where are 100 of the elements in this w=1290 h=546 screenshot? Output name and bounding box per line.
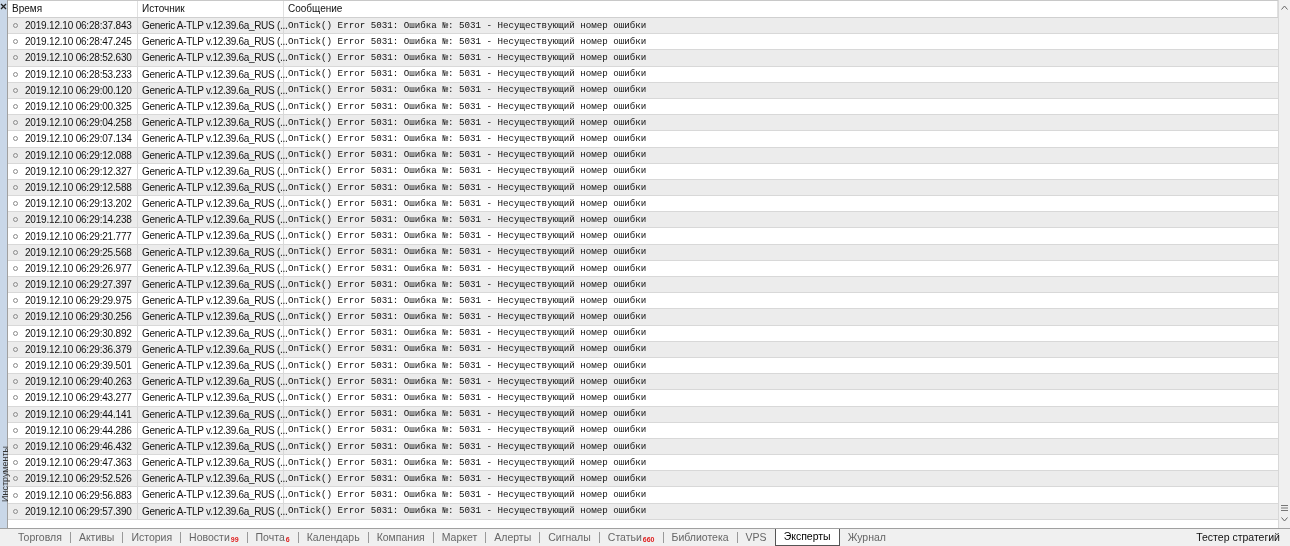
log-entry-icon bbox=[13, 508, 18, 514]
scroll-down-icon[interactable] bbox=[1281, 517, 1288, 522]
tab[interactable]: Торговля bbox=[10, 529, 70, 546]
message-cell: OnTick() Error 5031: Ошибка №: 5031 - Несуществующий номер ошибки bbox=[288, 148, 647, 162]
column-header[interactable]: Время bbox=[8, 1, 138, 17]
log-entry-icon bbox=[13, 427, 18, 433]
tab[interactable]: Алерты bbox=[486, 529, 540, 546]
message-cell: OnTick() Error 5031: Ошибка №: 5031 - Несуществующий номер ошибки bbox=[288, 358, 647, 373]
log-entry-icon bbox=[13, 298, 18, 304]
time-cell-text: 2019.12.10 06:29:46.432 bbox=[25, 439, 132, 454]
side-panel-label[interactable]: Инструменты bbox=[1, 445, 9, 503]
tab[interactable]: Компания bbox=[368, 529, 433, 546]
time-cell-text: 2019.12.10 06:28:53.233 bbox=[25, 67, 132, 82]
tab[interactable]: Журнал bbox=[839, 529, 894, 546]
column-header[interactable]: Источник bbox=[138, 1, 284, 17]
message-cell: OnTick() Error 5031: Ошибка №: 5031 - Несуществующий номер ошибки bbox=[288, 439, 647, 454]
tab[interactable]: Эксперты bbox=[774, 529, 840, 546]
time-cell-text: 2019.12.10 06:29:39.501 bbox=[25, 359, 132, 374]
time-cell-text: 2019.12.10 06:28:37.843 bbox=[25, 19, 132, 34]
strategy-tester-tab[interactable]: Тестер стратегий bbox=[1196, 529, 1290, 546]
time-cell-text: 2019.12.10 06:29:52.526 bbox=[25, 472, 132, 487]
message-cell: OnTick() Error 5031: Ошибка №: 5031 - Несуществующий номер ошибки bbox=[288, 180, 647, 195]
log-entry-icon bbox=[13, 168, 18, 174]
log-entry-icon bbox=[13, 152, 18, 158]
time-cell-text: 2019.12.10 06:29:56.883 bbox=[25, 488, 132, 503]
log-entry-icon bbox=[13, 217, 18, 223]
log-entry-icon bbox=[13, 39, 18, 45]
message-cell: OnTick() Error 5031: Ошибка №: 5031 - Несуществующий номер ошибки bbox=[288, 277, 647, 292]
scrollbar[interactable] bbox=[1278, 0, 1290, 528]
time-cell-text: 2019.12.10 06:29:04.258 bbox=[25, 116, 132, 131]
log-entry-icon bbox=[13, 330, 18, 336]
message-cell: OnTick() Error 5031: Ошибка №: 5031 - Несуществующий номер ошибки bbox=[288, 212, 647, 227]
log-entry-icon bbox=[13, 71, 18, 77]
log-entry-icon bbox=[13, 55, 18, 61]
time-cell-text: 2019.12.10 06:29:57.390 bbox=[25, 504, 132, 519]
time-cell-text: 2019.12.10 06:29:00.325 bbox=[25, 100, 132, 115]
message-cell: OnTick() Error 5031: Ошибка №: 5031 - Несуществующий номер ошибки bbox=[288, 196, 647, 211]
time-cell-text: 2019.12.10 06:29:00.120 bbox=[25, 83, 132, 98]
message-cell: OnTick() Error 5031: Ошибка №: 5031 - Несуществующий номер ошибки bbox=[288, 310, 647, 324]
log-entry-icon bbox=[13, 346, 18, 352]
message-cell: OnTick() Error 5031: Ошибка №: 5031 - Несуществующий номер ошибки bbox=[288, 423, 647, 438]
message-cell: OnTick() Error 5031: Ошибка №: 5031 - Несуществующий номер ошибки bbox=[288, 99, 647, 114]
message-cell: OnTick() Error 5031: Ошибка №: 5031 - Несуществующий номер ошибки bbox=[288, 342, 647, 357]
log-entry-icon bbox=[13, 120, 18, 126]
tab[interactable]: Активы bbox=[70, 529, 123, 546]
message-cell: OnTick() Error 5031: Ошибка №: 5031 - Несуществующий номер ошибки bbox=[288, 83, 647, 98]
time-cell-text: 2019.12.10 06:29:12.327 bbox=[25, 164, 132, 179]
log-entry-icon bbox=[13, 23, 18, 29]
message-cell: OnTick() Error 5031: Ошибка №: 5031 - Несуществующий номер ошибки bbox=[288, 488, 647, 502]
message-cell: OnTick() Error 5031: Ошибка №: 5031 - Несуществующий номер ошибки bbox=[288, 261, 647, 276]
close-icon[interactable] bbox=[0, 3, 7, 10]
time-cell-text: 2019.12.10 06:29:44.286 bbox=[25, 423, 132, 438]
message-cell: OnTick() Error 5031: Ошибка №: 5031 - Несуществующий номер ошибки bbox=[288, 115, 647, 130]
message-cell: OnTick() Error 5031: Ошибка №: 5031 - Несуществующий номер ошибки bbox=[288, 391, 647, 405]
time-cell-text: 2019.12.10 06:29:21.777 bbox=[25, 229, 132, 244]
message-cell: OnTick() Error 5031: Ошибка №: 5031 - Несуществующий номер ошибки bbox=[288, 455, 647, 470]
scroll-up-icon[interactable] bbox=[1281, 5, 1288, 10]
time-cell-text: 2019.12.10 06:29:12.588 bbox=[25, 180, 132, 195]
message-cell: OnTick() Error 5031: Ошибка №: 5031 - Несуществующий номер ошибки bbox=[288, 326, 647, 341]
message-cell: OnTick() Error 5031: Ошибка №: 5031 - Несуществующий номер ошибки bbox=[288, 18, 647, 33]
log-entry-icon bbox=[13, 184, 18, 190]
log-entry-icon bbox=[13, 314, 18, 320]
log-entry-icon bbox=[13, 104, 18, 110]
time-cell-text: 2019.12.10 06:29:13.202 bbox=[25, 197, 132, 212]
log-entry-icon bbox=[13, 379, 18, 385]
time-cell-text: 2019.12.10 06:29:30.256 bbox=[25, 310, 132, 325]
message-cell: OnTick() Error 5031: Ошибка №: 5031 - Несуществующий номер ошибки bbox=[288, 504, 647, 519]
log-entry-icon bbox=[13, 265, 18, 271]
time-cell-text: 2019.12.10 06:28:47.245 bbox=[25, 35, 132, 50]
log-entry-icon bbox=[13, 363, 18, 369]
tab[interactable]: Календарь bbox=[298, 529, 368, 546]
scroll-grip-icon[interactable] bbox=[1281, 505, 1288, 511]
time-cell-text: 2019.12.10 06:29:12.088 bbox=[25, 148, 132, 163]
message-cell: OnTick() Error 5031: Ошибка №: 5031 - Несуществующий номер ошибки bbox=[288, 132, 647, 146]
time-cell-text: 2019.12.10 06:29:29.975 bbox=[25, 294, 132, 309]
log-entry-icon bbox=[13, 411, 18, 417]
time-cell-text: 2019.12.10 06:29:07.134 bbox=[25, 132, 132, 147]
message-cell: OnTick() Error 5031: Ошибка №: 5031 - Несуществующий номер ошибки bbox=[288, 51, 647, 65]
tab[interactable]: Библиотека bbox=[663, 529, 737, 546]
tab[interactable]: Маркет bbox=[433, 529, 486, 546]
time-cell-text: 2019.12.10 06:29:43.277 bbox=[25, 391, 132, 406]
message-cell: OnTick() Error 5031: Ошибка №: 5031 - Несуществующий номер ошибки bbox=[288, 229, 647, 243]
log-entry-icon bbox=[13, 476, 18, 482]
log-entry-icon bbox=[13, 233, 18, 239]
log-entry-icon bbox=[13, 282, 18, 288]
time-cell-text: 2019.12.10 06:29:40.263 bbox=[25, 375, 132, 390]
log-entry-icon bbox=[13, 395, 18, 401]
time-cell-text: 2019.12.10 06:29:36.379 bbox=[25, 342, 132, 357]
tab[interactable]: VPS bbox=[737, 529, 775, 546]
time-cell-text: 2019.12.10 06:29:26.977 bbox=[25, 261, 132, 276]
tab[interactable]: Сигналы bbox=[540, 529, 599, 546]
time-cell-text: 2019.12.10 06:29:47.363 bbox=[25, 456, 132, 471]
time-cell-text: 2019.12.10 06:29:25.568 bbox=[25, 245, 132, 260]
tab[interactable]: История bbox=[123, 529, 181, 546]
time-cell-text: 2019.12.10 06:29:44.141 bbox=[25, 407, 132, 422]
log-entry-icon bbox=[13, 492, 18, 498]
message-cell: OnTick() Error 5031: Ошибка №: 5031 - Несуществующий номер ошибки bbox=[288, 67, 647, 82]
message-cell: OnTick() Error 5031: Ошибка №: 5031 - Несуществующий номер ошибки bbox=[288, 471, 647, 486]
time-cell-text: 2019.12.10 06:29:27.397 bbox=[25, 278, 132, 293]
message-cell: OnTick() Error 5031: Ошибка №: 5031 - Несуществующий номер ошибки bbox=[288, 374, 647, 389]
